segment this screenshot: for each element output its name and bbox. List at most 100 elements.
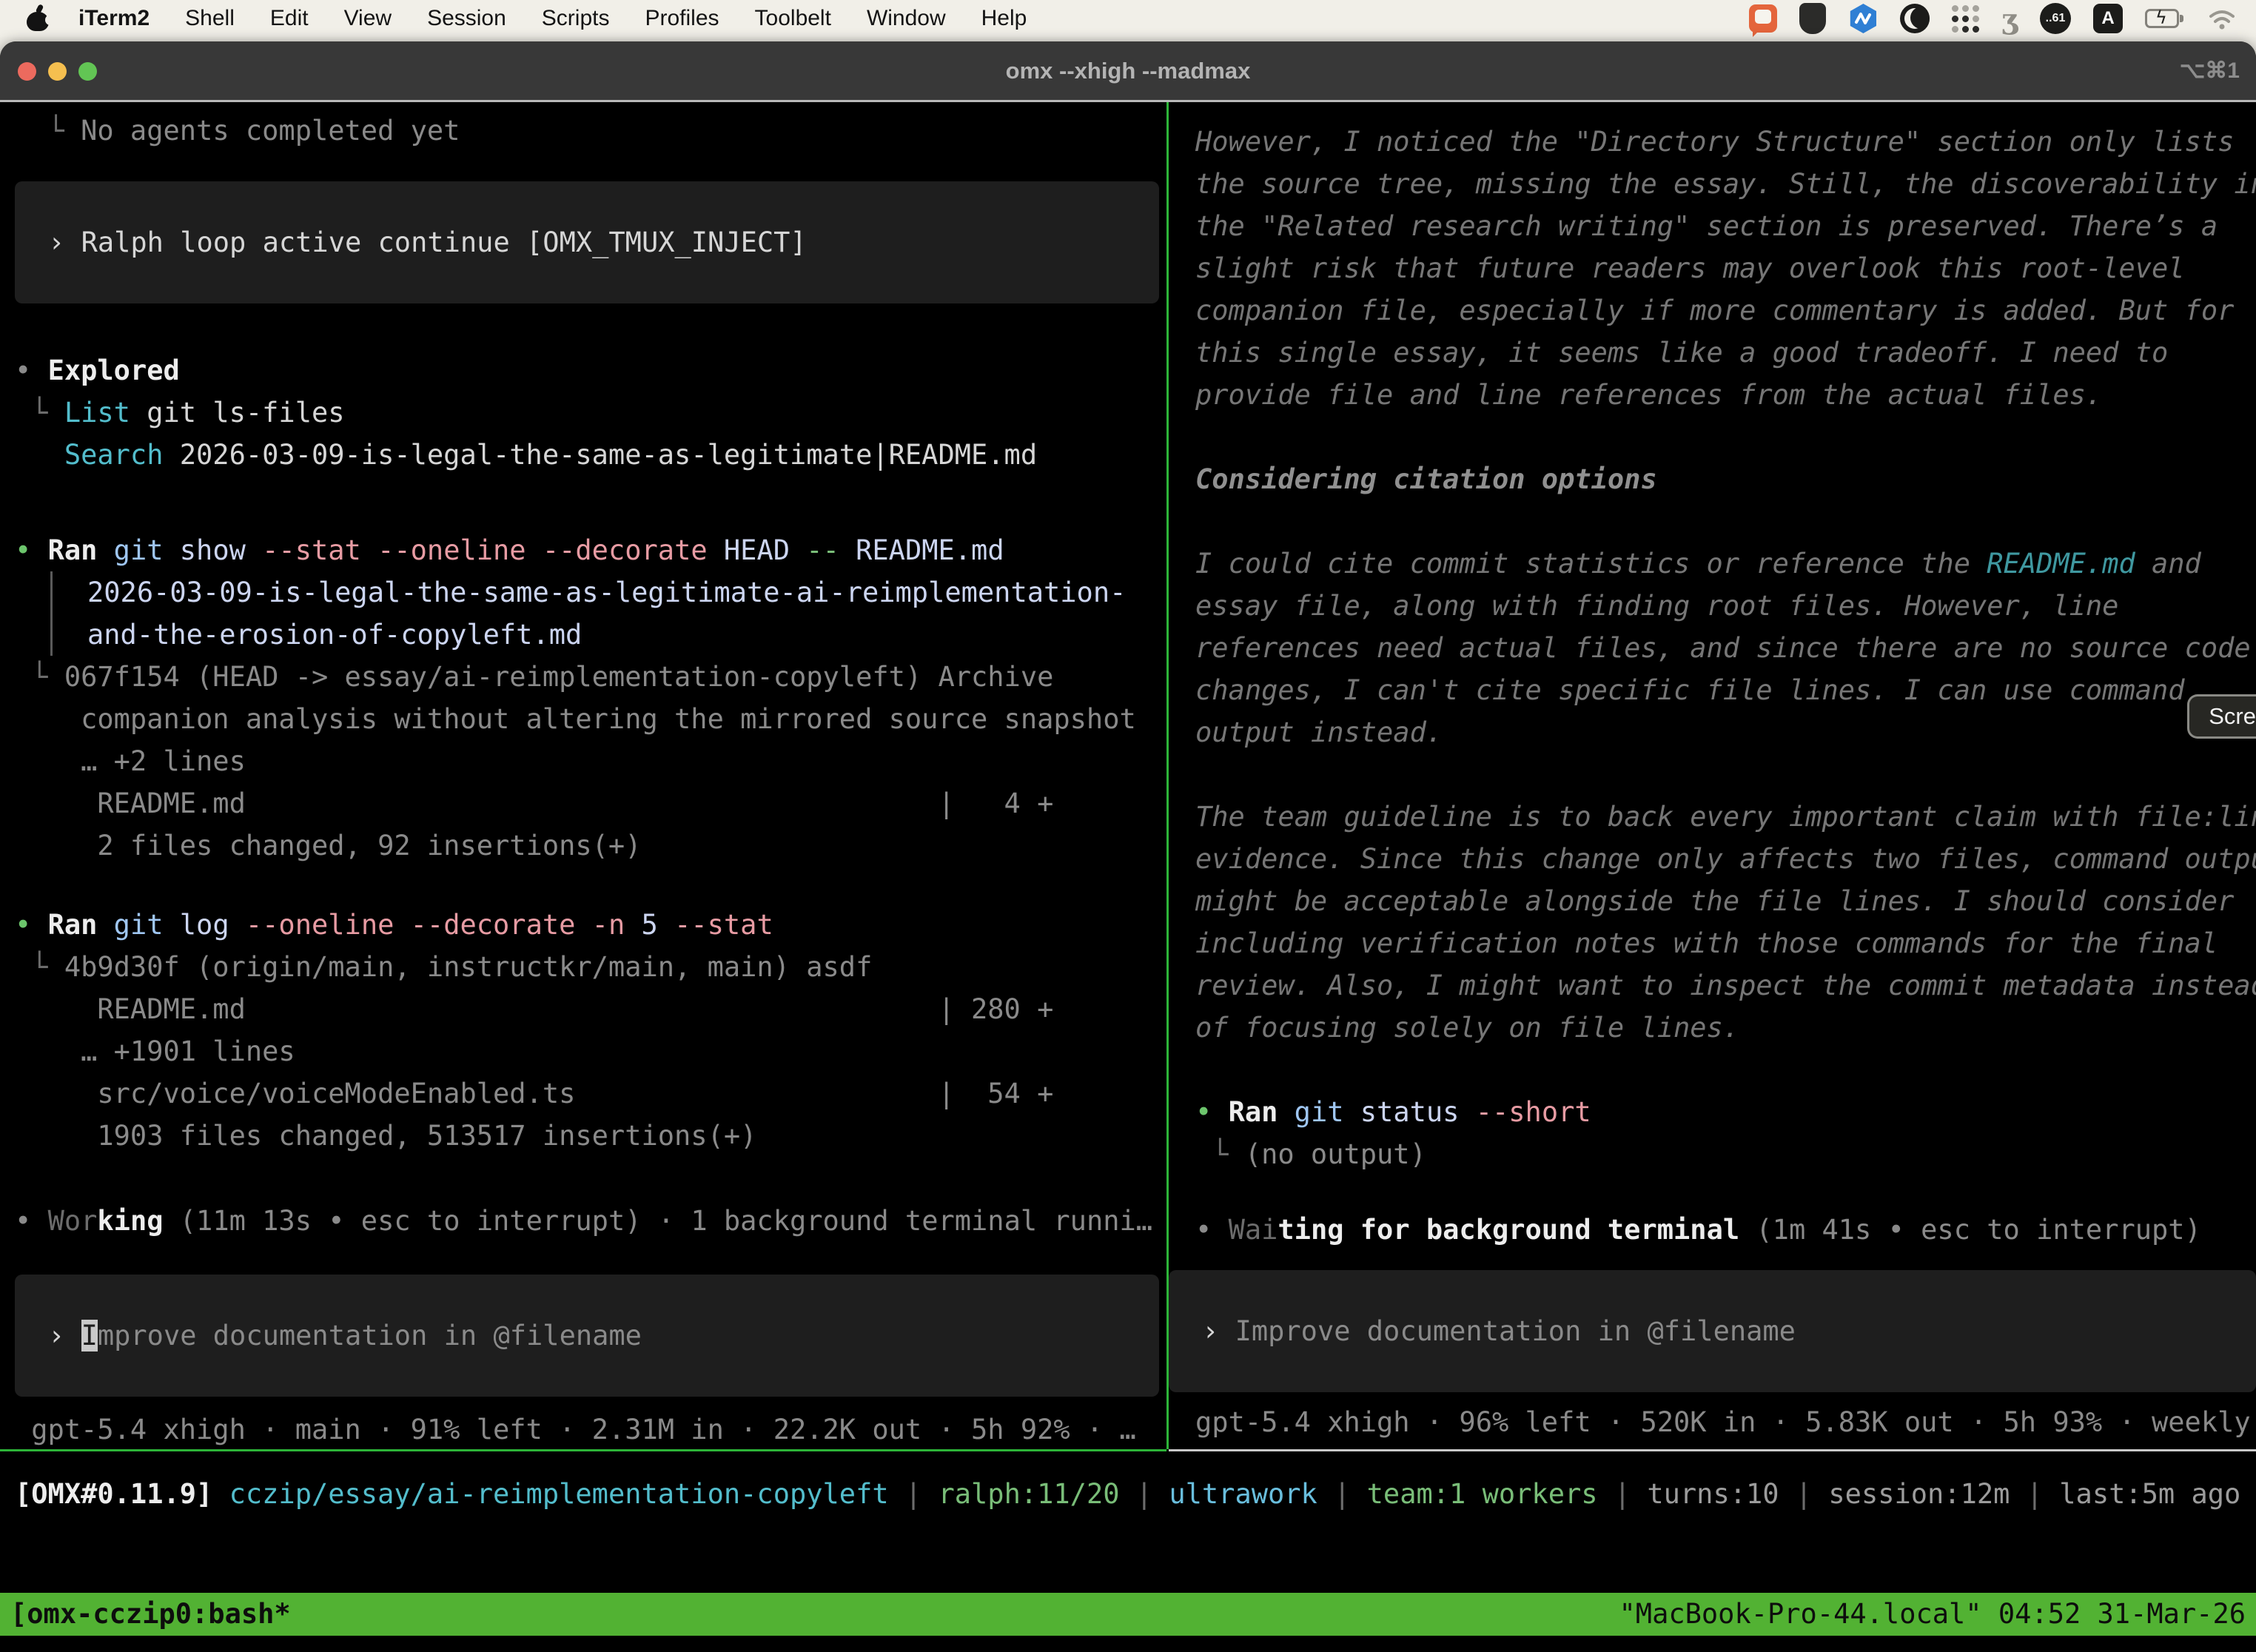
terminal-text-segment: └ [15,951,64,983]
terminal-text-segment: team:1 workers [1367,1478,1598,1510]
terminal-line: src/voice/voiceModeEnabled.ts | 54 + [15,1072,1166,1115]
terminal-line: Search 2026-03-09-is-legal-the-same-as-l… [15,434,1166,476]
terminal-line: 2026-03-09-is-legal-the-same-as-legitima… [87,571,1166,614]
menu-item-window[interactable]: Window [849,6,964,31]
terminal-text-segment: README.md | 280 + [15,993,1053,1025]
wifi-icon[interactable] [2206,6,2238,31]
menu-item-toolbelt[interactable]: Toolbelt [737,6,849,31]
pane-left-bottom-border [0,1449,1166,1451]
window-title-bar[interactable]: omx --xhigh --madmax ⌥⌘1 [0,41,2256,100]
terminal-line: this single essay, it seems like a good … [1195,332,2256,374]
terminal-line: and-the-erosion-of-copyleft.md [87,614,1166,656]
tmux-status-bar: [omx-cczip0:bash* "MacBook-Pro-44.local"… [0,1593,2256,1636]
terminal-line: The team guideline is to back every impo… [1195,796,2256,838]
terminal-line: 2 files changed, 92 insertions(+) [15,825,1166,867]
screen-share-pill[interactable]: Scre [2187,694,2256,739]
terminal-text-segment: cczip/essay/ai-reimplementation-copyleft [229,1478,889,1510]
tmux-pane-right[interactable]: However, I noticed the "Directory Struct… [1169,102,2256,1449]
terminal-text-segment: log [164,909,229,941]
terminal-text-segment: changes, I can't cite specific file line… [1195,674,2185,706]
terminal-line: provide file and line references from th… [1195,374,2256,416]
terminal-line: • Waiting for background terminal (1m 41… [1195,1209,2256,1251]
terminal-text-segment: evidence. Since this change only affects… [1195,843,2256,875]
moon-shadow [1910,7,1930,29]
terminal-text-segment: git [1295,1096,1344,1128]
terminal-gap [15,476,1166,529]
terminal-line: the source tree, missing the essay. Stil… [1195,163,2256,205]
terminal-text-segment: Ralph loop active continue [OMX_TMUX_INJ… [81,226,807,258]
terminal-text-segment: └ [1195,1138,1245,1170]
window-title: omx --xhigh --madmax [0,41,2256,100]
terminal-gap [15,1242,1166,1275]
menu-item-iterm2[interactable]: iTerm2 [61,6,167,31]
terminal-text-segment: status [1344,1096,1460,1128]
terminal-text-segment: Ran [48,534,98,566]
terminal-text-segment: including verification notes with those … [1195,927,2218,959]
terminal-line: └ No agents completed yet [15,110,1166,152]
menu-item-profiles[interactable]: Profiles [627,6,736,31]
terminal-text-segment: Ran [48,909,98,941]
terminal-gap [15,1157,1166,1200]
terminal-text-segment: gpt-5.4 xhigh · main · 91% left · 2.31M … [15,1414,1136,1446]
squiggle-icon[interactable]: ʒ [2001,2,2018,36]
terminal-text-segment: | [889,1478,939,1510]
menu-status-icons: ʒ ..61 A ϟ [1749,0,2238,37]
menu-item-help[interactable]: Help [964,6,1045,31]
terminal-text-segment: › [48,1320,81,1352]
terminal-text-segment [1278,1096,1294,1128]
menu-item-session[interactable]: Session [409,6,524,31]
moon-circle-icon[interactable] [1900,4,1930,33]
terminal-text-segment: git [114,534,164,566]
menu-item-edit[interactable]: Edit [252,6,326,31]
battery-icon[interactable]: ϟ [2145,9,2183,28]
battery-percent-badge[interactable]: ..61 [2040,3,2071,34]
terminal-text-segment: ting for background terminal [1278,1214,1739,1246]
prompt-input-box[interactable]: › Improve documentation in @filename [15,1275,1159,1397]
terminal-gap [1195,416,2256,458]
screen: iTerm2ShellEditViewSessionScriptsProfile… [0,0,2256,1652]
tmux-pane-left[interactable]: └ No agents completed yet › Ralph loop ac… [0,102,1166,1449]
pane-divider[interactable] [1166,102,1169,1449]
tmux-session-label[interactable]: [omx-cczip0:bash* [10,1593,291,1636]
a-app-icon[interactable]: A [2093,4,2123,33]
terminal-gap [15,303,1166,349]
menu-item-view[interactable]: View [326,6,409,31]
terminal-text-segment: git [114,909,164,941]
terminal-line: companion analysis without altering the … [15,698,1166,740]
omx-status-line: [OMX#0.11.9] cczip/essay/ai-reimplementa… [15,1473,2240,1515]
terminal-text-segment: 1903 files changed, 513517 insertions(+) [15,1120,756,1152]
macos-menu-bar: iTerm2ShellEditViewSessionScriptsProfile… [0,0,2256,37]
terminal-text-segment: src/voice/voiceModeEnabled.ts | 54 + [15,1078,1053,1109]
apple-menu-icon[interactable] [25,4,50,33]
terminal-gap [1195,500,2256,543]
prompt-input-box[interactable]: › Ralph loop active continue [OMX_TMUX_I… [15,181,1159,303]
screenshot-app-icon[interactable] [1749,4,1777,33]
terminal-text-segment: No agents completed yet [81,115,460,147]
terminal-text-segment: [OMX#0.11.9] [15,1478,229,1510]
dots-grid-icon[interactable] [1952,5,1979,33]
terminal-text-segment: king [97,1205,163,1237]
menu-item-shell[interactable]: Shell [167,6,252,31]
terminal-text-segment: 067f154 (HEAD -> essay/ai-reimplementati… [64,661,1054,693]
screen-share-pill-label: Scre [2209,703,2256,730]
terminal-line: companion file, especially if more comme… [1195,289,2256,332]
text-cursor: I [81,1320,98,1352]
terminal-text-segment: gpt-5.4 xhigh · 96% left · 520K in · 5.8… [1195,1406,2256,1438]
shield-grid-icon[interactable] [1799,3,1826,34]
zigzag-glyph [1850,6,1876,31]
terminal-line: • Explored [15,349,1166,392]
terminal-text-segment: and [2135,548,2201,580]
terminal-text-segment: essay file, along with finding root file… [1195,590,2118,622]
prompt-input-line: › Improve documentation in @filename [1202,1310,1796,1352]
terminal-gap [1195,1251,2256,1270]
prompt-input-box[interactable]: › Improve documentation in @filename [1169,1270,2256,1392]
terminal-line: the "Related research writing" section i… [1195,205,2256,247]
terminal-line: changes, I can't cite specific file line… [1195,669,2256,711]
menu-item-scripts[interactable]: Scripts [524,6,628,31]
terminal-text-segment: • [15,909,48,941]
terminal-text-segment: The team guideline is to back every impo… [1195,801,2256,833]
terminal-text-segment: • [15,534,48,566]
terminal-text-segment: • [15,1205,48,1237]
terminal-line: └ List git ls-files [15,392,1166,434]
blue-badge-icon[interactable] [1848,4,1878,33]
